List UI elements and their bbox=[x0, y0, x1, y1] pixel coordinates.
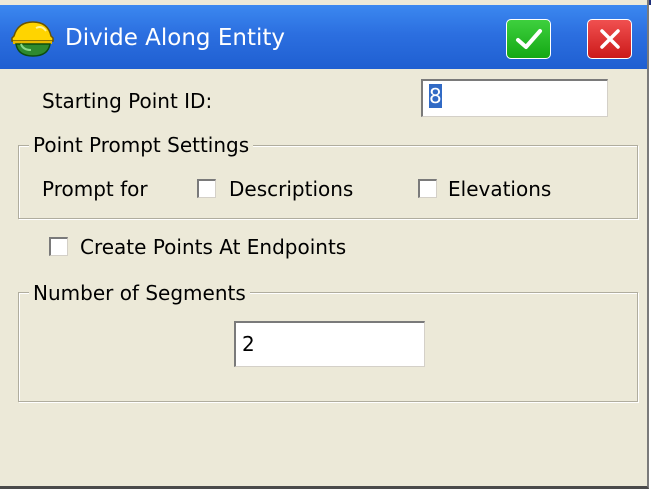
elevations-label[interactable]: Elevations bbox=[448, 177, 551, 201]
point-prompt-settings-title: Point Prompt Settings bbox=[29, 133, 254, 157]
number-of-segments-title: Number of Segments bbox=[29, 281, 250, 305]
number-of-segments-input[interactable]: 2 bbox=[234, 321, 425, 367]
elevations-checkbox[interactable] bbox=[418, 179, 437, 198]
starting-point-input[interactable]: 8 bbox=[421, 79, 608, 117]
starting-point-value: 8 bbox=[429, 84, 442, 108]
create-points-at-endpoints-checkbox[interactable] bbox=[49, 237, 68, 256]
dialog-window: Divide Along Entity Starting Point ID: 8… bbox=[0, 0, 649, 489]
starting-point-label: Starting Point ID: bbox=[42, 89, 213, 113]
close-icon bbox=[599, 29, 620, 49]
prompt-for-label: Prompt for bbox=[42, 177, 148, 201]
descriptions-checkbox[interactable] bbox=[197, 179, 216, 198]
create-points-at-endpoints-label[interactable]: Create Points At Endpoints bbox=[80, 235, 346, 259]
checkmark-icon bbox=[515, 29, 542, 49]
title-bar: Divide Along Entity bbox=[0, 5, 647, 69]
close-button[interactable] bbox=[587, 19, 632, 59]
surveyor-hardhat-icon bbox=[11, 21, 54, 57]
window-title: Divide Along Entity bbox=[65, 25, 285, 51]
ok-button[interactable] bbox=[506, 19, 551, 59]
descriptions-label[interactable]: Descriptions bbox=[229, 177, 353, 201]
